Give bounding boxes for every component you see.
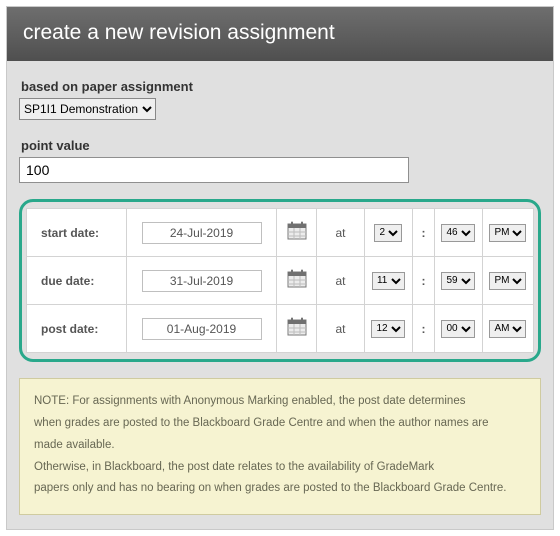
- note-line: Otherwise, in Blackboard, the post date …: [34, 457, 526, 479]
- page-title: create a new revision assignment: [7, 7, 553, 61]
- due-minute-select[interactable]: 59: [441, 272, 475, 290]
- note-line: made available.: [34, 435, 526, 457]
- due-date-input[interactable]: [142, 270, 262, 292]
- dates-highlight: start date: at 2 : 46 PM due date: at 11…: [19, 199, 541, 362]
- post-ampm-select[interactable]: AM: [489, 320, 526, 338]
- dates-table: start date: at 2 : 46 PM due date: at 11…: [26, 208, 534, 353]
- note-line: when grades are posted to the Blackboard…: [34, 413, 526, 435]
- time-colon: :: [412, 257, 434, 305]
- post-minute-select[interactable]: 00: [441, 320, 475, 338]
- table-row: due date: at 11 : 59 PM: [27, 257, 534, 305]
- table-row: post date: at 12 : 00 AM: [27, 305, 534, 353]
- due-hour-select[interactable]: 11: [372, 272, 405, 290]
- post-date-input[interactable]: [142, 318, 262, 340]
- based-on-select[interactable]: SP1I1 Demonstration: [19, 98, 156, 120]
- note-line: NOTE: For assignments with Anonymous Mar…: [34, 391, 526, 413]
- start-date-label: start date:: [27, 209, 127, 257]
- point-value-input[interactable]: [19, 157, 409, 183]
- post-hour-select[interactable]: 12: [371, 320, 405, 338]
- at-label: at: [317, 209, 365, 257]
- point-value-label: point value: [21, 138, 541, 153]
- calendar-icon[interactable]: [287, 269, 307, 292]
- start-hour-select[interactable]: 2: [374, 224, 402, 242]
- note-box: NOTE: For assignments with Anonymous Mar…: [19, 378, 541, 515]
- note-line: papers only and has no bearing on when g…: [34, 478, 526, 500]
- calendar-icon[interactable]: [287, 317, 307, 340]
- form-panel: create a new revision assignment based o…: [6, 6, 554, 530]
- at-label: at: [317, 257, 365, 305]
- time-colon: :: [412, 209, 434, 257]
- calendar-icon[interactable]: [287, 221, 307, 244]
- time-colon: :: [412, 305, 434, 353]
- form-body: based on paper assignment SP1I1 Demonstr…: [7, 61, 553, 529]
- based-on-label: based on paper assignment: [21, 79, 541, 94]
- due-ampm-select[interactable]: PM: [489, 272, 526, 290]
- start-ampm-select[interactable]: PM: [489, 224, 526, 242]
- at-label: at: [317, 305, 365, 353]
- post-date-label: post date:: [27, 305, 127, 353]
- table-row: start date: at 2 : 46 PM: [27, 209, 534, 257]
- due-date-label: due date:: [27, 257, 127, 305]
- start-date-input[interactable]: [142, 222, 262, 244]
- start-minute-select[interactable]: 46: [441, 224, 475, 242]
